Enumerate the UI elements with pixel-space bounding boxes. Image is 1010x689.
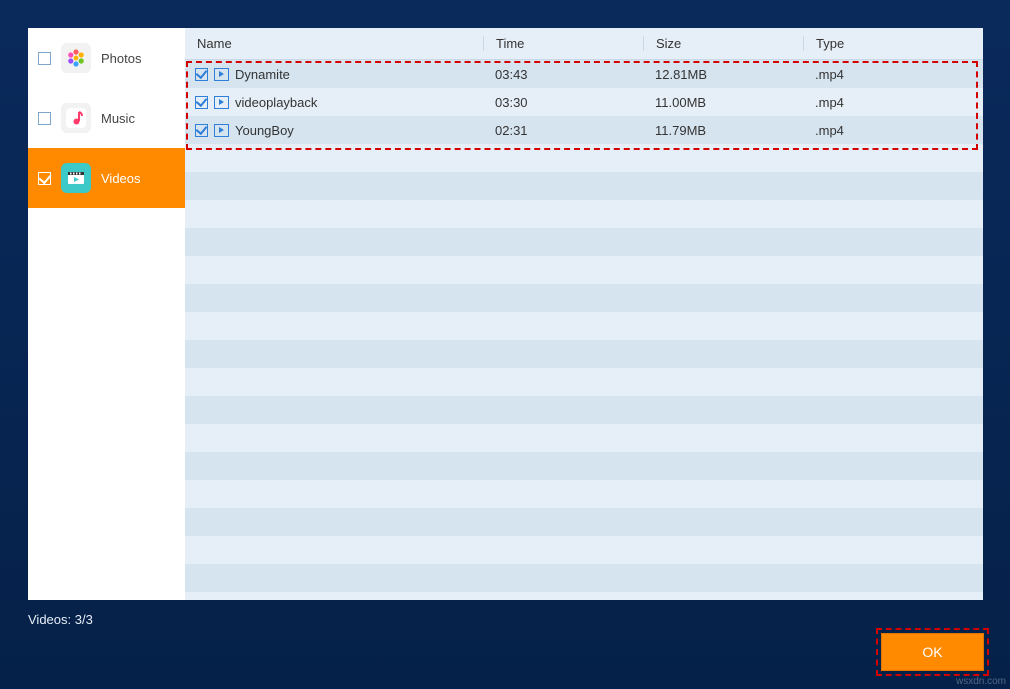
column-name[interactable]: Name	[185, 36, 483, 51]
row-checkbox[interactable]	[195, 124, 208, 137]
sidebar-item-music[interactable]: Music	[28, 88, 185, 148]
table-header: Name Time Size Type	[185, 28, 983, 60]
column-size[interactable]: Size	[643, 36, 803, 51]
sidebar-item-videos[interactable]: Videos	[28, 148, 185, 208]
file-time: 03:30	[483, 95, 643, 110]
table-row	[185, 312, 983, 340]
sidebar-item-label: Videos	[101, 171, 141, 186]
table-row	[185, 144, 983, 172]
table-row	[185, 256, 983, 284]
music-icon	[61, 103, 91, 133]
sidebar-item-label: Music	[101, 111, 135, 126]
table-row[interactable]: Dynamite 03:4312.81MB.mp4	[185, 60, 983, 88]
file-size: 11.00MB	[643, 95, 803, 110]
table-row[interactable]: videoplayback 03:3011.00MB.mp4	[185, 88, 983, 116]
table-row	[185, 172, 983, 200]
column-time[interactable]: Time	[483, 36, 643, 51]
column-type[interactable]: Type	[803, 36, 983, 51]
checkbox-music[interactable]	[38, 112, 51, 125]
table-row	[185, 368, 983, 396]
file-type: .mp4	[803, 95, 983, 110]
table-row	[185, 424, 983, 452]
videos-icon	[61, 163, 91, 193]
row-checkbox[interactable]	[195, 68, 208, 81]
file-type: .mp4	[803, 123, 983, 138]
sidebar-item-label: Photos	[101, 51, 141, 66]
checkbox-videos[interactable]	[38, 172, 51, 185]
table-row	[185, 284, 983, 312]
file-time: 03:43	[483, 67, 643, 82]
video-file-icon	[214, 96, 229, 109]
sidebar: Photos Music Videos	[28, 28, 185, 600]
table-row	[185, 536, 983, 564]
table-body: Dynamite03:4312.81MB.mp4videoplayback03:…	[185, 60, 983, 600]
photos-icon	[61, 43, 91, 73]
row-checkbox[interactable]	[195, 96, 208, 109]
table-row	[185, 396, 983, 424]
table-row	[185, 564, 983, 592]
file-size: 12.81MB	[643, 67, 803, 82]
table-row	[185, 228, 983, 256]
table-row	[185, 508, 983, 536]
file-time: 02:31	[483, 123, 643, 138]
table-row	[185, 480, 983, 508]
file-type: .mp4	[803, 67, 983, 82]
main-panel: Photos Music Videos Name Time Size Type …	[28, 28, 983, 600]
file-name: YoungBoy	[235, 123, 294, 138]
table-row	[185, 200, 983, 228]
ok-button[interactable]: OK	[881, 633, 984, 671]
table-row	[185, 452, 983, 480]
file-name: Dynamite	[235, 67, 290, 82]
checkbox-photos[interactable]	[38, 52, 51, 65]
table-row	[185, 340, 983, 368]
file-name: videoplayback	[235, 95, 317, 110]
video-file-icon	[214, 124, 229, 137]
sidebar-item-photos[interactable]: Photos	[28, 28, 185, 88]
status-text: Videos: 3/3	[28, 612, 93, 627]
table-row[interactable]: YoungBoy 02:3111.79MB.mp4	[185, 116, 983, 144]
watermark: wsxdn.com	[956, 676, 1006, 687]
file-size: 11.79MB	[643, 123, 803, 138]
file-list: Name Time Size Type Dynamite 03:4312.81MB…	[185, 28, 983, 600]
video-file-icon	[214, 68, 229, 81]
